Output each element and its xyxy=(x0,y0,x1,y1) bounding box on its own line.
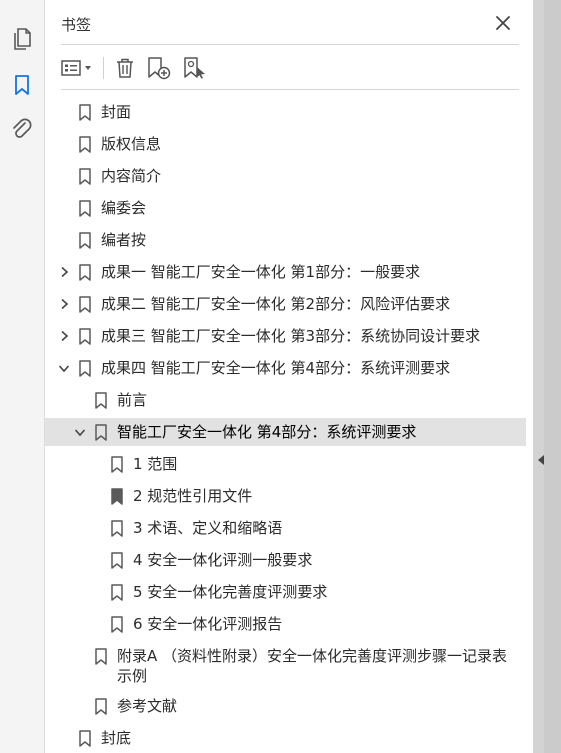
bookmark-label: 封底 xyxy=(101,729,132,747)
toolbar-divider xyxy=(103,57,104,79)
bookmark-icon xyxy=(95,698,107,715)
bookmark-item[interactable]: 前言 xyxy=(45,384,533,416)
bookmark-item[interactable]: 版权信息 xyxy=(45,128,533,160)
bookmark-icon xyxy=(79,730,91,747)
header-divider xyxy=(61,44,519,45)
bookmark-icon xyxy=(111,520,123,537)
bookmark-icon xyxy=(111,456,123,473)
delete-bookmark-button[interactable] xyxy=(112,54,138,82)
close-panel-button[interactable] xyxy=(492,12,514,34)
bookmarks-tree: 封面版权信息内容简介编委会编者按成果一 智能工厂安全一体化 第1部分：一般要求成… xyxy=(45,96,533,753)
bookmark-item[interactable]: 成果四 智能工厂安全一体化 第4部分：系统评测要求 xyxy=(45,352,533,384)
bookmark-label: 前言 xyxy=(117,391,148,409)
chevron-right-icon[interactable] xyxy=(57,297,71,311)
bookmark-cursor-icon xyxy=(184,57,205,79)
bookmark-item[interactable]: 5 安全一体化完善度评测要求 xyxy=(45,576,533,608)
bookmark-label: 附录A （资料性附录）安全一体化完善度评测步骤一记录表示例 xyxy=(117,647,508,685)
bookmark-icon xyxy=(79,328,91,345)
chevron-right-icon[interactable] xyxy=(57,329,71,343)
bookmarks-button[interactable] xyxy=(8,71,36,99)
bookmark-icon xyxy=(79,136,91,153)
bookmark-item[interactable]: 成果三 智能工厂安全一体化 第3部分：系统协同设计要求 xyxy=(45,320,533,352)
bookmark-item[interactable]: 编委会 xyxy=(45,192,533,224)
bookmark-icon xyxy=(79,232,91,249)
bookmark-label: 版权信息 xyxy=(101,135,162,153)
bookmark-item[interactable]: 成果二 智能工厂安全一体化 第2部分：风险评估要求 xyxy=(45,288,533,320)
bookmark-item[interactable]: 内容简介 xyxy=(45,160,533,192)
bookmark-item[interactable]: 附录A （资料性附录）安全一体化完善度评测步骤一记录表示例 xyxy=(45,640,533,690)
bookmark-label: 4 安全一体化评测一般要求 xyxy=(133,551,313,569)
bookmark-label: 5 安全一体化完善度评测要求 xyxy=(133,583,328,601)
chevron-down-icon[interactable] xyxy=(73,425,87,439)
bookmark-item[interactable]: 2 规范性引用文件 xyxy=(45,480,533,512)
bookmark-item[interactable]: 3 术语、定义和缩略语 xyxy=(45,512,533,544)
close-icon xyxy=(496,16,510,30)
bookmark-icon xyxy=(95,648,107,665)
bookmark-icon xyxy=(79,264,91,281)
bookmark-item[interactable]: 4 安全一体化评测一般要求 xyxy=(45,544,533,576)
bookmark-label: 6 安全一体化评测报告 xyxy=(133,615,283,633)
options-menu-icon xyxy=(61,60,91,76)
bookmark-item[interactable]: 智能工厂安全一体化 第4部分：系统评测要求 xyxy=(45,416,533,448)
bookmark-label: 编者按 xyxy=(101,231,147,249)
bookmark-label: 智能工厂安全一体化 第4部分：系统评测要求 xyxy=(117,423,417,441)
bookmark-label: 编委会 xyxy=(101,199,147,217)
bookmark-item[interactable]: 成果一 智能工厂安全一体化 第1部分：一般要求 xyxy=(45,256,533,288)
collapse-panel-arrow-icon[interactable] xyxy=(537,454,545,466)
bookmark-icon xyxy=(79,168,91,185)
bookmark-item[interactable]: 编者按 xyxy=(45,224,533,256)
page-thumbnails-icon xyxy=(14,28,31,50)
toolbar-divider-line xyxy=(61,89,519,90)
chevron-down-icon[interactable] xyxy=(57,361,71,375)
bookmark-item[interactable]: 6 安全一体化评测报告 xyxy=(45,608,533,640)
bookmarks-panel: 书签 封面 版权信息 内容简介 编委会 编者按 成果一 智能工厂安全一体化 第1… xyxy=(45,0,533,753)
bookmark-icon xyxy=(111,488,123,505)
bookmark-label: 2 规范性引用文件 xyxy=(133,487,253,505)
page-thumbnails-button[interactable] xyxy=(8,24,36,52)
panel-title: 书签 xyxy=(61,16,92,34)
bookmark-icon xyxy=(79,360,91,377)
bookmark-icon xyxy=(111,584,123,601)
attachments-button[interactable] xyxy=(8,116,36,144)
bookmark-item[interactable]: 参考文献 xyxy=(45,690,533,722)
bookmark-label: 3 术语、定义和缩略语 xyxy=(133,519,283,537)
bookmark-label: 成果四 智能工厂安全一体化 第4部分：系统评测要求 xyxy=(101,359,451,377)
bookmark-icon xyxy=(95,392,107,409)
bookmark-label: 1 范围 xyxy=(133,455,178,473)
bookmark-icon xyxy=(79,296,91,313)
options-menu-button[interactable] xyxy=(59,54,95,82)
bookmarks-toolbar xyxy=(59,53,216,83)
bookmark-item[interactable]: 1 范围 xyxy=(45,448,533,480)
bookmark-icon xyxy=(111,552,123,569)
navigation-pane-strip xyxy=(0,0,45,753)
bookmark-label: 成果二 智能工厂安全一体化 第2部分：风险评估要求 xyxy=(101,295,451,313)
bookmark-label: 成果三 智能工厂安全一体化 第3部分：系统协同设计要求 xyxy=(101,327,481,345)
new-bookmark-button[interactable] xyxy=(144,54,174,82)
new-bookmark-icon xyxy=(148,57,171,80)
chevron-right-icon[interactable] xyxy=(57,265,71,279)
bookmark-icon xyxy=(95,424,107,441)
trash-icon xyxy=(117,58,133,78)
bookmark-icon xyxy=(79,200,91,217)
bookmark-label: 封面 xyxy=(101,103,132,121)
bookmark-icon xyxy=(79,104,91,121)
bookmark-item[interactable]: 封底 xyxy=(45,722,533,753)
bookmark-label: 成果一 智能工厂安全一体化 第1部分：一般要求 xyxy=(101,263,421,281)
scrollbar-track[interactable] xyxy=(544,0,561,753)
bookmarks-icon xyxy=(15,75,29,95)
bookmark-icon xyxy=(111,616,123,633)
bookmark-label: 内容简介 xyxy=(101,167,162,185)
bookmark-item[interactable]: 封面 xyxy=(45,96,533,128)
bookmark-label: 参考文献 xyxy=(117,697,178,715)
new-bookmark-from-structure-button[interactable] xyxy=(180,54,210,82)
attachments-icon xyxy=(13,118,32,138)
